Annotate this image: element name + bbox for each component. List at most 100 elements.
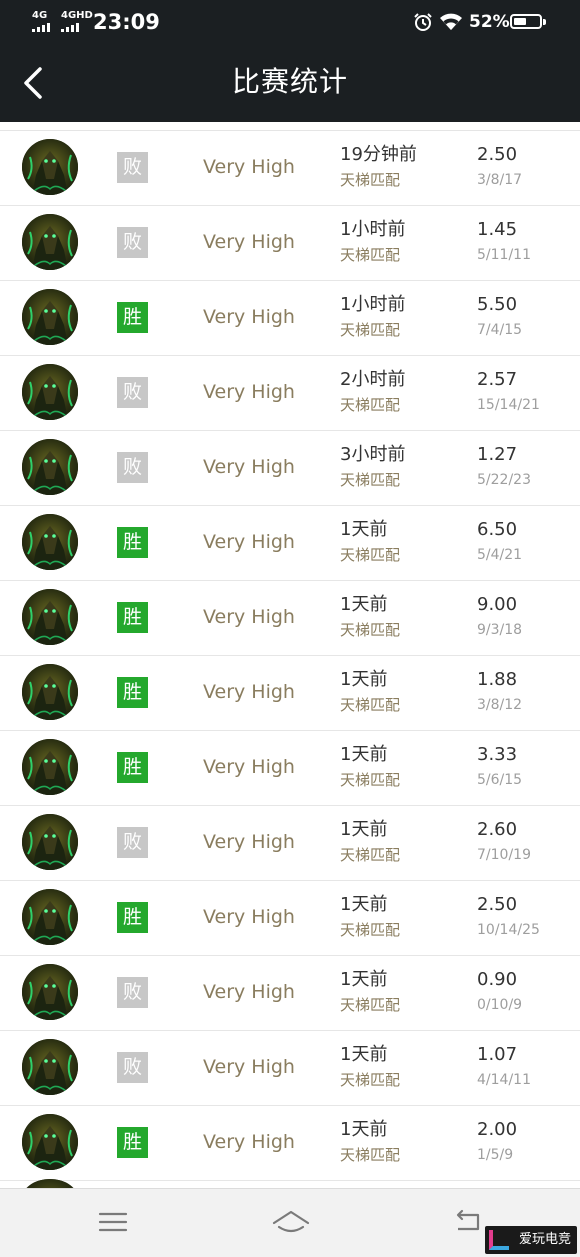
skill-level: Very High: [203, 606, 295, 628]
status-bar: 4G 4GHD 23:09 52%: [0, 0, 580, 44]
hero-avatar: [22, 1039, 78, 1095]
hero-avatar: [22, 514, 78, 570]
kda-ratio: 9.00: [477, 594, 518, 615]
battery-percent: 52%: [469, 12, 510, 32]
match-time: 1天前: [340, 819, 388, 840]
menu-icon[interactable]: [95, 1207, 131, 1237]
match-row[interactable]: 胜 Very High 1天前 天梯匹配 2.00 1/5/9: [0, 1106, 580, 1181]
kda-detail: 5/4/21: [477, 547, 523, 563]
kda-detail: 1/5/9: [477, 1147, 514, 1163]
kda-detail: 9/3/18: [477, 622, 523, 638]
skill-level: Very High: [203, 156, 295, 178]
hero-avatar: [22, 889, 78, 945]
network-label-1: 4G: [32, 10, 48, 21]
result-badge: 败: [117, 827, 148, 858]
match-row[interactable]: 败 Very High 1小时前 天梯匹配 1.45 5/11/11: [0, 206, 580, 281]
kda-ratio: 5.50: [477, 294, 518, 315]
kda-detail: 10/14/25: [477, 922, 540, 938]
result-badge: 胜: [117, 902, 148, 933]
match-row[interactable]: 胜 Very High 1天前 天梯匹配 9.00 9/3/18: [0, 581, 580, 656]
match-row[interactable]: 胜 Very High 1天前 天梯匹配 2.50 10/14/25: [0, 881, 580, 956]
kda-detail: 5/22/23: [477, 472, 531, 488]
match-row[interactable]: 胜 Very High 1天前 天梯匹配 1.88 3/8/12: [0, 656, 580, 731]
page-title: 比赛统计: [231, 65, 348, 98]
kda-detail: 7/10/19: [477, 847, 531, 863]
kda-detail: 4/14/11: [477, 1072, 531, 1088]
match-list[interactable]: 败 Very High 19分钟前天梯匹配 2.50 3/8/17 败 Very High 1…: [0, 122, 580, 1188]
match-row-partial[interactable]: [0, 1179, 580, 1188]
hero-avatar: [22, 139, 78, 195]
kda-ratio: 2.00: [477, 1119, 518, 1140]
home-icon[interactable]: [271, 1207, 311, 1237]
kda-ratio: 2.50: [477, 144, 518, 165]
skill-level: Very High: [203, 681, 295, 703]
hero-avatar: [22, 1114, 78, 1170]
hero-avatar: [22, 1179, 78, 1188]
hero-avatar: [22, 364, 78, 420]
match-mode: 天梯匹配: [340, 321, 401, 339]
hero-avatar: [22, 289, 78, 345]
kda-ratio: 3.33: [477, 744, 518, 765]
result-badge: 胜: [117, 677, 148, 708]
match-row[interactable]: 败 Very High 1天前 天梯匹配 0.90 0/10/9: [0, 956, 580, 1031]
match-mode: 天梯匹配: [340, 171, 401, 189]
kda-detail: 5/6/15: [477, 772, 523, 788]
skill-level: Very High: [203, 531, 295, 553]
kda-detail: 3/8/17: [477, 172, 523, 188]
kda-detail: 5/11/11: [477, 247, 531, 263]
top-bar: 4G 4GHD 23:09 52% 比赛统计: [0, 0, 580, 122]
navigation-bar: 爱玩电竞: [0, 1188, 580, 1257]
match-mode: 天梯匹配: [340, 471, 401, 489]
match-row[interactable]: 胜 Very High 1天前 天梯匹配 3.33 5/6/15: [0, 731, 580, 806]
match-time: 19分钟前: [340, 144, 417, 165]
match-row[interactable]: 败 Very High 3小时前 天梯匹配 1.27 5/22/23: [0, 431, 580, 506]
match-mode: 天梯匹配: [340, 396, 401, 414]
match-mode: 天梯匹配: [340, 546, 401, 564]
match-mode: 天梯匹配: [340, 696, 401, 714]
hero-avatar: [22, 439, 78, 495]
kda-ratio: 1.27: [477, 444, 518, 465]
match-row[interactable]: 败 Very High 1天前 天梯匹配 2.60 7/10/19: [0, 806, 580, 881]
kda-ratio: 2.57: [477, 369, 518, 390]
kda-ratio: 2.60: [477, 819, 518, 840]
alarm-clock-icon: [414, 13, 432, 31]
match-time: 1小时前: [340, 294, 406, 315]
match-row[interactable]: 败 Very High 2小时前 天梯匹配 2.57 15/14/21: [0, 356, 580, 431]
kda-ratio: 2.50: [477, 894, 518, 915]
match-time: 1天前: [340, 744, 388, 765]
match-time: 1天前: [340, 1044, 388, 1065]
signal-2: 4GHD: [61, 11, 93, 32]
watermark-text: 爱玩电竞: [518, 1232, 571, 1247]
result-badge: 败: [117, 377, 148, 408]
match-time: 1天前: [340, 969, 388, 990]
match-row[interactable]: 败 Very High 1天前 天梯匹配 1.07 4/14/11: [0, 1031, 580, 1106]
kda-detail: 3/8/12: [477, 697, 523, 713]
result-badge: 败: [117, 977, 148, 1008]
kda-ratio: 6.50: [477, 519, 518, 540]
skill-level: Very High: [203, 231, 295, 253]
match-row[interactable]: 胜 Very High 1天前 天梯匹配 6.50 5/4/21: [0, 506, 580, 581]
hero-avatar: [22, 964, 78, 1020]
kda-ratio: 1.07: [477, 1044, 518, 1065]
result-badge: 胜: [117, 527, 148, 558]
clock: 23:09: [93, 10, 160, 34]
skill-level: Very High: [203, 1056, 295, 1078]
battery-fill: [514, 18, 526, 25]
kda-ratio: 1.45: [477, 219, 518, 240]
kda-detail: 0/10/9: [477, 997, 523, 1013]
back-arrow-icon[interactable]: [450, 1207, 486, 1237]
match-mode: 天梯匹配: [340, 621, 401, 639]
result-badge: 胜: [117, 302, 148, 333]
skill-level: Very High: [203, 906, 295, 928]
result-badge: 败: [117, 152, 148, 183]
kda-ratio: 0.90: [477, 969, 518, 990]
watermark-mark-icon: [489, 1230, 509, 1250]
kda-detail: 15/14/21: [477, 397, 540, 413]
match-mode: 天梯匹配: [340, 1071, 401, 1089]
result-badge: 败: [117, 227, 148, 258]
skill-level: Very High: [203, 756, 295, 778]
match-time: 1小时前: [340, 219, 406, 240]
match-row[interactable]: 败 Very High 19分钟前天梯匹配 2.50 3/8/17: [0, 131, 580, 206]
match-row[interactable]: 胜 Very High 1小时前 天梯匹配 5.50 7/4/15: [0, 281, 580, 356]
match-time: 1天前: [340, 1119, 388, 1140]
